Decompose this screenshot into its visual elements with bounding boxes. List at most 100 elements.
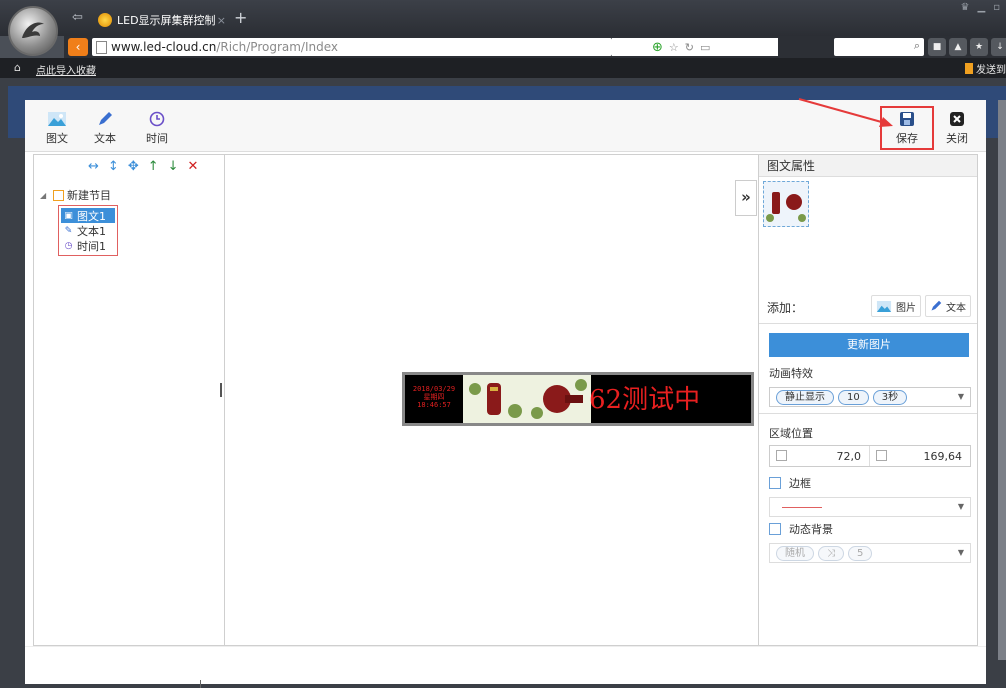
window-controls: ♛ ▁ ▫ xyxy=(961,2,1000,13)
properties-panel: 图文属性 添加： 图片 文本 更新图片 动画特效 静止显示 10 3秒 ▼ 区域… xyxy=(758,154,978,646)
position-field[interactable]: 72,0 xyxy=(770,446,870,466)
tree-root-label: 新建节目 xyxy=(67,189,111,202)
tree-root-node[interactable]: ◢ 新建节目 xyxy=(40,187,118,203)
expand-icon[interactable]: ◢ xyxy=(40,191,50,200)
clock-icon xyxy=(135,108,179,130)
program-tree-panel: ↔ ↕ ✥ ↑ ↓ ✕ ◢ 新建节目 ▣ 图文1 ✎ 文本1 ◷ 时间1 xyxy=(33,154,225,646)
chevron-down-icon[interactable]: ▼ xyxy=(958,548,964,557)
tree-item-label: 图文1 xyxy=(77,209,106,223)
border-style-select[interactable]: ▼ xyxy=(769,497,971,517)
add-image-label: 图片 xyxy=(896,302,916,314)
tree-item-image-text[interactable]: ▣ 图文1 xyxy=(61,208,115,223)
stretch-horizontal-icon[interactable]: ↔ xyxy=(88,159,99,174)
animation-select[interactable]: 静止显示 10 3秒 ▼ xyxy=(769,387,971,407)
update-image-button[interactable]: 更新图片 xyxy=(769,333,969,357)
close-button[interactable]: 关闭 xyxy=(935,108,979,146)
dynamic-bg-checkbox[interactable] xyxy=(769,523,781,535)
tab-close-icon[interactable]: × xyxy=(217,14,232,27)
size-icon xyxy=(876,450,887,461)
home-icon[interactable]: ⌂ xyxy=(14,61,21,74)
border-line-preview xyxy=(782,507,822,508)
page-divider xyxy=(200,680,201,688)
minimize-icon[interactable]: ▁ xyxy=(978,2,986,13)
move-up-icon[interactable]: ↑ xyxy=(148,159,159,174)
add-text-button[interactable]: 文本 xyxy=(83,108,127,146)
tree-item-time[interactable]: ◷ 时间1 xyxy=(61,238,115,253)
browser-tab[interactable]: LED显示屏集群控制 × xyxy=(92,7,232,33)
save-button[interactable]: 保存 xyxy=(885,108,929,146)
send-to-button[interactable]: 发送到 xyxy=(965,61,1006,76)
star-icon[interactable]: ☆ xyxy=(669,41,679,54)
clock-icon: ◷ xyxy=(64,240,73,251)
tree-item-label: 文本1 xyxy=(77,224,106,238)
animation-duration-pill[interactable]: 3秒 xyxy=(872,389,908,405)
pencil-icon xyxy=(931,300,942,311)
size-field[interactable]: 169,64 xyxy=(870,446,970,466)
animation-effect-pill[interactable]: 静止显示 xyxy=(776,389,834,405)
url-input[interactable]: www.led-cloud.cn/Rich/Program/Index xyxy=(92,38,612,56)
back-button[interactable]: ‹ xyxy=(68,38,88,56)
dynamic-bg-checkbox-row[interactable]: 动态背景 xyxy=(769,521,833,537)
collapse-panel-button[interactable]: » xyxy=(735,180,757,216)
browser-back-icon[interactable]: ⇦ xyxy=(72,10,83,25)
animation-label: 动画特效 xyxy=(769,367,813,380)
add-icon[interactable]: ⊕ xyxy=(652,40,663,55)
dyn-mode-pill[interactable]: 随机 xyxy=(776,545,814,561)
chevron-down-icon[interactable]: ▼ xyxy=(958,392,964,401)
border-checkbox[interactable] xyxy=(769,477,781,489)
favorite-icon[interactable]: ★ xyxy=(970,38,988,56)
add-text-item-button[interactable]: 文本 xyxy=(925,295,971,317)
position-icon xyxy=(776,450,787,461)
tree-toolbar: ↔ ↕ ✥ ↑ ↓ ✕ xyxy=(88,159,198,174)
shuffle-icon[interactable]: ⤨ xyxy=(818,545,844,561)
led-image-2[interactable] xyxy=(527,375,591,423)
move-down-icon[interactable]: ↓ xyxy=(168,159,179,174)
delete-icon[interactable]: ✕ xyxy=(188,159,199,174)
skin-icon[interactable]: ♛ xyxy=(961,2,970,13)
border-checkbox-row[interactable]: 边框 xyxy=(769,475,811,491)
favorites-bar: ⌂ 点此导入收藏 发送到 xyxy=(0,58,1006,78)
program-tree: ◢ 新建节目 ▣ 图文1 ✎ 文本1 ◷ 时间1 xyxy=(40,187,118,256)
program-editor-dialog: 图文 文本 时间 保存 关闭 ↔ ↕ ✥ ↑ ↓ ✕ ◢ 新建节目 ▣ 图文1 … xyxy=(25,98,986,684)
region-position-fields: 72,0 169,64 xyxy=(769,445,971,467)
search-input[interactable]: ⌕ xyxy=(834,38,924,56)
maximize-icon[interactable]: ▫ xyxy=(993,2,1000,13)
panel-splitter[interactable] xyxy=(219,370,222,410)
lock-icon[interactable]: ▲ xyxy=(949,38,967,56)
border-label: 边框 xyxy=(789,477,811,490)
dynamic-bg-select[interactable]: 随机 ⤨ 5 ▼ xyxy=(769,543,971,563)
add-image-button[interactable]: 图片 xyxy=(871,295,921,317)
position-value: 72,0 xyxy=(836,449,862,463)
stretch-vertical-icon[interactable]: ↕ xyxy=(108,159,119,174)
add-image-text-button[interactable]: 图文 xyxy=(35,108,79,146)
region-label: 区域位置 xyxy=(769,427,813,440)
animation-speed-pill[interactable]: 10 xyxy=(838,389,869,405)
new-tab-button[interactable]: + xyxy=(234,8,247,27)
selected-image-thumbnail[interactable] xyxy=(763,181,809,227)
video-icon[interactable]: ■ xyxy=(928,38,946,56)
led-clock[interactable]: 2018/03/29 星期四 18:46:57 xyxy=(409,385,459,409)
led-preview[interactable]: 2018/03/29 星期四 18:46:57 62测试中 xyxy=(402,372,754,426)
add-time-button[interactable]: 时间 xyxy=(135,108,179,146)
image-icon xyxy=(876,300,892,312)
divider xyxy=(759,413,977,414)
tree-children-frame: ▣ 图文1 ✎ 文本1 ◷ 时间1 xyxy=(58,205,118,256)
search-icon[interactable]: ⌕ xyxy=(914,39,920,53)
close-label: 关闭 xyxy=(946,132,968,145)
page-scrollbar[interactable] xyxy=(998,100,1006,660)
led-weekday: 星期四 xyxy=(423,393,445,401)
dyn-value-pill[interactable]: 5 xyxy=(848,545,873,561)
move-icon[interactable]: ✥ xyxy=(128,159,139,174)
properties-title: 图文属性 xyxy=(759,155,977,177)
download-icon[interactable]: ↓ xyxy=(991,38,1006,56)
chevron-down-icon[interactable]: ▼ xyxy=(958,502,964,511)
refresh-icon[interactable]: ↻ xyxy=(685,41,694,54)
page-menu-icon[interactable]: ▭ xyxy=(700,41,710,54)
tree-item-text[interactable]: ✎ 文本1 xyxy=(61,223,115,238)
image-icon: ▣ xyxy=(64,210,73,221)
import-favorites-link[interactable]: 点此导入收藏 xyxy=(36,62,96,77)
browser-logo-icon[interactable] xyxy=(8,6,58,56)
led-image-1[interactable] xyxy=(463,375,527,423)
editor-toolbar: 图文 文本 时间 保存 关闭 xyxy=(25,98,986,152)
dialog-footer xyxy=(25,646,986,684)
